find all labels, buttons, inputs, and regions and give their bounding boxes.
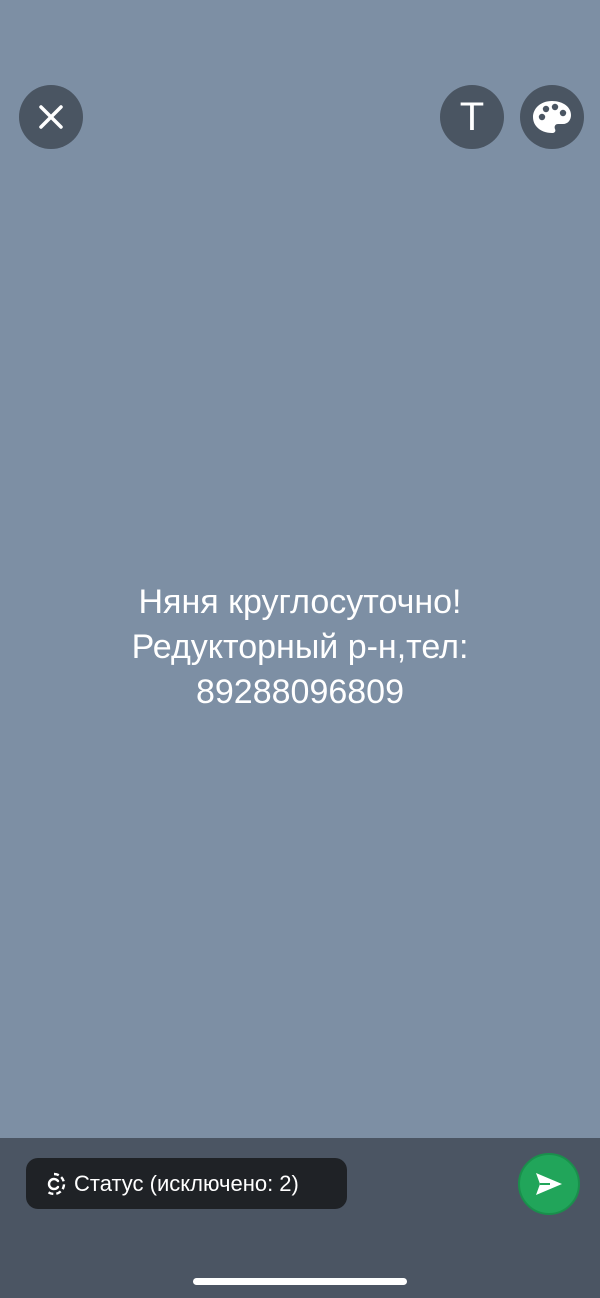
close-icon	[39, 105, 63, 129]
send-icon	[536, 1173, 562, 1195]
status-line: Няня круглосуточно!	[138, 583, 462, 621]
status-icon	[42, 1172, 66, 1196]
send-button[interactable]	[518, 1153, 580, 1215]
status-canvas: T Няня круглосуточно! Редукторный р-н,те…	[0, 0, 600, 1138]
text-tool-button[interactable]: T	[440, 85, 504, 149]
privacy-settings-button[interactable]: Статус (исключено: 2)	[26, 1158, 347, 1209]
home-indicator[interactable]	[193, 1278, 407, 1285]
status-text[interactable]: Няня круглосуточно! Редукторный р-н,тел:…	[0, 580, 600, 715]
close-button[interactable]	[19, 85, 83, 149]
status-line: Редукторный р-н,тел:	[131, 628, 469, 666]
privacy-label: Статус (исключено: 2)	[74, 1170, 299, 1196]
bottom-bar: Статус (исключено: 2)	[0, 1138, 600, 1298]
status-line: 89288096809	[195, 673, 404, 711]
text-icon: T	[459, 95, 485, 139]
palette-icon	[533, 101, 571, 133]
color-picker-button[interactable]	[520, 85, 584, 149]
